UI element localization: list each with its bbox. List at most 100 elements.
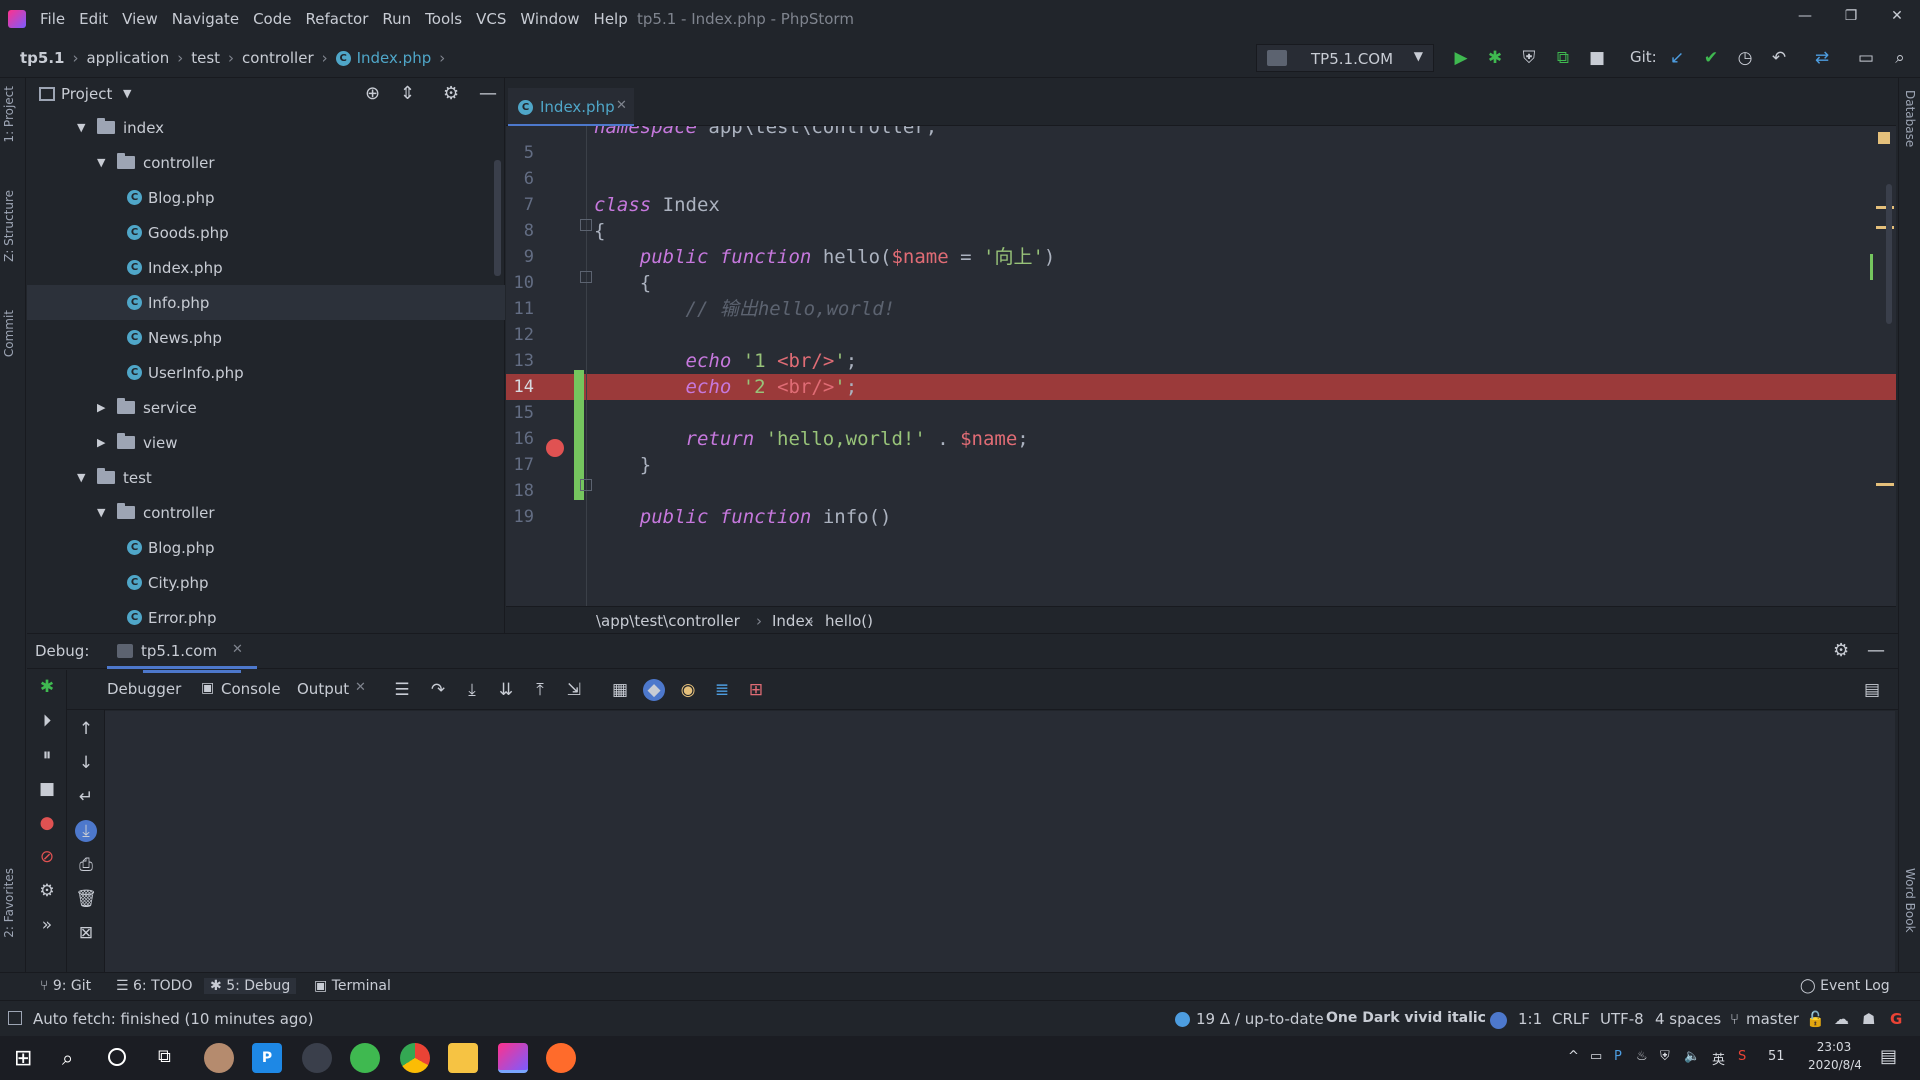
arrow-down-icon[interactable]: ↓	[75, 752, 97, 774]
close-tab-icon[interactable]: ✕	[355, 680, 366, 695]
close-window-button[interactable]: ✕	[1874, 1, 1920, 31]
code-line[interactable]: 8{	[506, 218, 1896, 244]
event-log[interactable]: ◯ Event Log	[1800, 978, 1890, 994]
tool-tab-project[interactable]: 1: Project	[2, 86, 16, 143]
watch-icon[interactable]: ◉	[677, 679, 699, 701]
tree-item[interactable]: C UserInfo.php	[27, 355, 505, 390]
inspector-icon[interactable]: ☁	[1834, 1010, 1849, 1028]
print-icon[interactable]: ⎙	[75, 854, 97, 876]
tool-window-debug[interactable]: ✱ 5: Debug	[204, 978, 297, 994]
google-icon[interactable]: G	[1890, 1010, 1902, 1028]
tree-item[interactable]: C Index.php	[27, 250, 505, 285]
show-execution-point-icon[interactable]: ◆	[643, 679, 665, 701]
menu-navigate[interactable]: Navigate	[172, 10, 239, 28]
code-line[interactable]: 5	[506, 140, 1896, 166]
rollback-icon[interactable]: ↶	[1768, 47, 1790, 69]
tab-output[interactable]: Output	[297, 680, 349, 698]
git-commit-icon[interactable]: ✔	[1700, 47, 1722, 69]
theme-name[interactable]: One Dark vivid italic	[1326, 1010, 1486, 1026]
tool-tab-word-book[interactable]: Word Book	[1903, 868, 1917, 933]
console-output[interactable]	[105, 711, 1895, 973]
fold-marker-icon[interactable]	[580, 479, 592, 491]
resume-icon[interactable]: ⏵	[36, 710, 58, 732]
console-prompt-icon[interactable]: ⊠	[75, 922, 97, 944]
lock-icon[interactable]: 🔓	[1806, 1010, 1825, 1028]
profile-icon[interactable]: ⧉	[1552, 47, 1574, 69]
soft-wrap-icon[interactable]: ↵	[75, 786, 97, 808]
tool-tab-favorites[interactable]: 2: Favorites	[2, 868, 16, 938]
tool-tab-structure[interactable]: Z: Structure	[2, 190, 16, 262]
code-line[interactable]: 9 public function hello($name = '向上')	[506, 244, 1896, 270]
scroll-mark[interactable]	[1876, 483, 1894, 486]
code-line[interactable]: 16 return 'hello,world!' . $name;	[506, 426, 1896, 452]
tree-item[interactable]: C Info.php	[27, 285, 505, 320]
input-language[interactable]: 英	[1712, 1049, 1725, 1068]
translate-icon[interactable]: ⇄	[1811, 47, 1833, 69]
tree-item[interactable]: ▶ service	[27, 390, 505, 425]
tab-console[interactable]: Console	[221, 680, 281, 698]
menu-icon[interactable]: ☰	[391, 679, 413, 701]
code-line[interactable]: 17 }	[506, 452, 1896, 478]
expand-arrow-icon[interactable]: ▼	[77, 121, 89, 134]
breadcrumb-project[interactable]: tp5.1	[20, 49, 64, 67]
history-icon[interactable]: ◷	[1734, 47, 1756, 69]
tool-window-terminal[interactable]: ▣ Terminal	[314, 978, 391, 994]
gear-icon[interactable]: ⚙	[1833, 640, 1849, 661]
stop-icon[interactable]: ■	[36, 778, 58, 800]
collapse-arrow-icon[interactable]: ▶	[97, 401, 109, 414]
force-step-into-icon[interactable]: ⇊	[495, 679, 517, 701]
code-breadcrumb-namespace[interactable]: \app\test\controller	[596, 612, 740, 630]
tray-s-icon[interactable]: S	[1738, 1049, 1746, 1064]
coverage-icon[interactable]: ⛨	[1518, 47, 1540, 69]
menu-vcs[interactable]: VCS	[476, 10, 506, 28]
notification-icon[interactable]: ▤	[1880, 1046, 1897, 1067]
tree-item[interactable]: ▼ controller	[27, 495, 505, 530]
gear-icon[interactable]: ⚙	[443, 83, 459, 104]
tray-shield-icon[interactable]: ⛨	[1660, 1049, 1670, 1064]
scroll-mark[interactable]	[1870, 254, 1873, 280]
taskbar-settings-app-icon[interactable]	[302, 1043, 332, 1073]
file-encoding[interactable]: UTF-8	[1600, 1010, 1644, 1028]
tree-item[interactable]: C Goods.php	[27, 215, 505, 250]
hide-panel-icon[interactable]: —	[1867, 640, 1885, 661]
breadcrumb-file[interactable]: Index.php	[357, 49, 432, 67]
vcs-status[interactable]: 19 Δ / up-to-date	[1196, 1010, 1324, 1028]
mute-breakpoints-icon[interactable]: ⊘	[36, 846, 58, 868]
git-update-icon[interactable]: ↙	[1666, 47, 1688, 69]
windows-start-icon[interactable]: ⊞	[14, 1046, 32, 1071]
code-breadcrumb-method[interactable]: hello()	[825, 612, 873, 630]
trash-icon[interactable]: 🗑	[75, 888, 97, 910]
task-view-icon[interactable]: ⧉	[158, 1046, 171, 1067]
code-line[interactable]: 6	[506, 166, 1896, 192]
cortana-icon[interactable]	[108, 1048, 126, 1066]
code-line[interactable]: 15	[506, 400, 1896, 426]
code-line[interactable]: namespace app\test\controller;	[506, 126, 1896, 140]
frames-icon[interactable]: ≣	[711, 679, 733, 701]
code-line[interactable]: 19 public function info()	[506, 504, 1896, 530]
arrow-up-icon[interactable]: ↑	[75, 718, 97, 740]
add-watch-icon[interactable]: ⊞	[745, 679, 767, 701]
breadcrumb-test[interactable]: test	[191, 49, 220, 67]
locate-icon[interactable]: ⊕	[365, 83, 380, 104]
tool-window-git[interactable]: ⑂ 9: Git	[40, 978, 91, 994]
menu-edit[interactable]: Edit	[79, 10, 108, 28]
code-line[interactable]: 11 // 输出hello,world!	[506, 296, 1896, 322]
restore-button[interactable]: ❐	[1828, 1, 1874, 31]
warning-icon[interactable]	[1878, 132, 1890, 144]
taskbar-date[interactable]: 2020/8/4	[1800, 1058, 1870, 1072]
project-title[interactable]: Project	[61, 85, 112, 103]
code-line[interactable]: 18	[506, 478, 1896, 504]
code-line[interactable]: 10 {	[506, 270, 1896, 296]
tab-debugger[interactable]: Debugger	[107, 680, 181, 698]
run-configuration-select[interactable]: TP5.1.COM ▼	[1256, 44, 1434, 72]
code-line-breakpoint[interactable]: 14 echo '2 <br/>';	[506, 374, 1896, 400]
stop-icon[interactable]: ■	[1586, 47, 1608, 69]
menu-code[interactable]: Code	[253, 10, 291, 28]
fold-marker-icon[interactable]	[580, 219, 592, 231]
menu-window[interactable]: Window	[520, 10, 579, 28]
breadcrumb-application[interactable]: application	[86, 49, 169, 67]
tray-keyboard-icon[interactable]: ▭	[1590, 1049, 1602, 1064]
menu-view[interactable]: View	[122, 10, 158, 28]
pause-icon[interactable]: ⏸	[36, 744, 58, 766]
tray-volume-icon[interactable]: 🔈	[1684, 1049, 1700, 1064]
